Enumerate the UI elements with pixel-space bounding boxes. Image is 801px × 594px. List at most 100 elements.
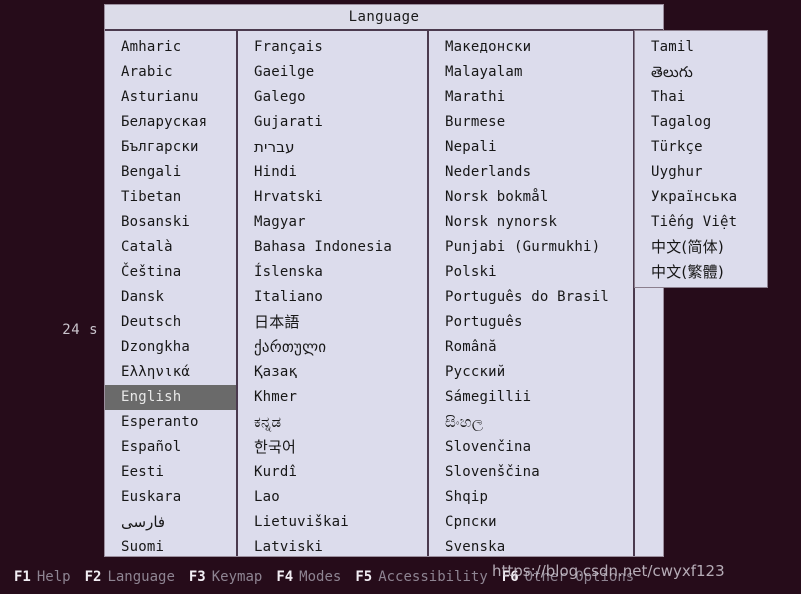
language-option[interactable]: Hrvatski [238, 185, 427, 210]
function-key-label: Other Options [524, 569, 635, 585]
installer-screen: 24 s Language Amharic Arabic Asturianu Бела… [0, 0, 801, 594]
function-key-f6[interactable]: F6 Other Options [502, 569, 634, 585]
function-key-f3[interactable]: F3 Keymap [189, 569, 262, 585]
language-option[interactable]: Tibetan [105, 185, 236, 210]
language-option[interactable]: Español [105, 435, 236, 460]
language-option[interactable]: Bahasa Indonesia [238, 235, 427, 260]
language-option[interactable]: Dansk [105, 285, 236, 310]
language-option[interactable]: Gujarati [238, 110, 427, 135]
function-key-code: F4 [276, 569, 294, 585]
language-option[interactable]: Slovenčina [429, 435, 633, 460]
language-option[interactable]: Shqip [429, 485, 633, 510]
language-option[interactable]: Suomi [105, 535, 236, 556]
function-key-label: Help [36, 569, 71, 585]
countdown-timer: 24 s [62, 322, 98, 338]
language-option[interactable]: Thai [635, 85, 767, 110]
language-option[interactable]: Euskara [105, 485, 236, 510]
language-option[interactable]: English [105, 385, 236, 410]
language-option[interactable]: Gaeilge [238, 60, 427, 85]
language-option[interactable]: 日本語 [238, 310, 427, 335]
language-option[interactable]: Hindi [238, 160, 427, 185]
function-key-f1[interactable]: F1 Help [14, 569, 71, 585]
language-option[interactable]: Esperanto [105, 410, 236, 435]
language-dialog: Language Amharic Arabic Asturianu Беларуска… [104, 4, 664, 557]
language-option[interactable]: Tamil [635, 35, 767, 60]
function-key-f5[interactable]: F5 Accessibility [355, 569, 487, 585]
language-option[interactable]: Português [429, 310, 633, 335]
language-option[interactable]: Sámegillii [429, 385, 633, 410]
language-option[interactable]: Magyar [238, 210, 427, 235]
function-key-code: F1 [14, 569, 31, 585]
language-option[interactable]: Íslenska [238, 260, 427, 285]
language-overflow-column: Tamil తెలుగు Thai Tagalog Türkçe Uyghur Україн… [634, 30, 768, 288]
language-option[interactable]: Kurdî [238, 460, 427, 485]
language-option[interactable]: Punjabi (Gurmukhi) [429, 235, 633, 260]
language-column-3: Македонски Malayalam Marathi Burmese Nepali N… [427, 31, 633, 556]
language-option[interactable]: Arabic [105, 60, 236, 85]
function-key-f2[interactable]: F2 Language [85, 569, 175, 585]
language-option[interactable]: Türkçe [635, 135, 767, 160]
language-option[interactable]: ಕನ್ನಡ [238, 410, 427, 435]
language-option[interactable]: Nederlands [429, 160, 633, 185]
language-option[interactable]: Català [105, 235, 236, 260]
language-option[interactable]: Polski [429, 260, 633, 285]
language-option[interactable]: Tagalog [635, 110, 767, 135]
function-key-label: Language [107, 569, 175, 585]
function-key-label: Accessibility [378, 569, 488, 585]
language-option[interactable]: Slovenščina [429, 460, 633, 485]
language-option[interactable]: Dzongkha [105, 335, 236, 360]
language-columns: Amharic Arabic Asturianu Беларуская Българск… [105, 31, 663, 556]
language-option[interactable]: Nepali [429, 135, 633, 160]
language-option[interactable]: Bengali [105, 160, 236, 185]
language-column-2: Français Gaeilge Galego Gujarati עברית Hindi H… [236, 31, 427, 556]
language-option[interactable]: Беларуская [105, 110, 236, 135]
language-option[interactable]: Македонски [429, 35, 633, 60]
language-option[interactable]: Ελληνικά [105, 360, 236, 385]
language-option[interactable]: Lao [238, 485, 427, 510]
language-option[interactable]: 한국어 [238, 435, 427, 460]
language-option[interactable]: Marathi [429, 85, 633, 110]
language-option[interactable]: Latviski [238, 535, 427, 556]
language-option[interactable]: Lietuviškai [238, 510, 427, 535]
language-option[interactable]: Български [105, 135, 236, 160]
language-option[interactable]: ქართული [238, 335, 427, 360]
language-option[interactable]: Khmer [238, 385, 427, 410]
language-option[interactable]: Српски [429, 510, 633, 535]
language-option[interactable]: తెలుగు [635, 60, 767, 85]
language-option[interactable]: Galego [238, 85, 427, 110]
function-key-code: F6 [501, 569, 519, 585]
language-option[interactable]: Asturianu [105, 85, 236, 110]
function-key-f4[interactable]: F4 Modes [276, 569, 341, 585]
language-option[interactable]: සිංහල [429, 410, 633, 435]
language-option[interactable]: 中文(繁體) [635, 260, 767, 285]
language-option[interactable]: Malayalam [429, 60, 633, 85]
language-option[interactable]: Amharic [105, 35, 236, 60]
language-option[interactable]: Қазақ [238, 360, 427, 385]
function-key-bar: F1 Help F2 Language F3 Keymap F4 Modes F5 Accessi… [0, 560, 801, 594]
function-key-label: Modes [299, 569, 342, 585]
language-option[interactable]: Français [238, 35, 427, 60]
dialog-title-bar: Language [105, 5, 663, 31]
language-option[interactable]: Čeština [105, 260, 236, 285]
language-option[interactable]: Uyghur [635, 160, 767, 185]
language-option[interactable]: Português do Brasil [429, 285, 633, 310]
language-option[interactable]: 中文(简体) [635, 235, 767, 260]
language-option[interactable]: Norsk bokmål [429, 185, 633, 210]
language-option[interactable]: Italiano [238, 285, 427, 310]
page-title: Language [348, 9, 420, 25]
function-key-code: F2 [84, 569, 102, 585]
language-option[interactable]: Русский [429, 360, 633, 385]
language-option[interactable]: Norsk nynorsk [429, 210, 633, 235]
language-option[interactable]: Deutsch [105, 310, 236, 335]
language-option[interactable]: فارسی [105, 510, 236, 535]
language-option[interactable]: Română [429, 335, 633, 360]
language-option[interactable]: Bosanski [105, 210, 236, 235]
language-option[interactable]: Svenska [429, 535, 633, 556]
language-option[interactable]: Burmese [429, 110, 633, 135]
language-option[interactable]: Tiếng Việt [635, 210, 767, 235]
language-option[interactable]: Українська [635, 185, 767, 210]
function-key-code: F5 [355, 569, 373, 585]
function-key-code: F3 [188, 569, 206, 585]
language-option[interactable]: עברית [238, 135, 427, 160]
language-option[interactable]: Eesti [105, 460, 236, 485]
